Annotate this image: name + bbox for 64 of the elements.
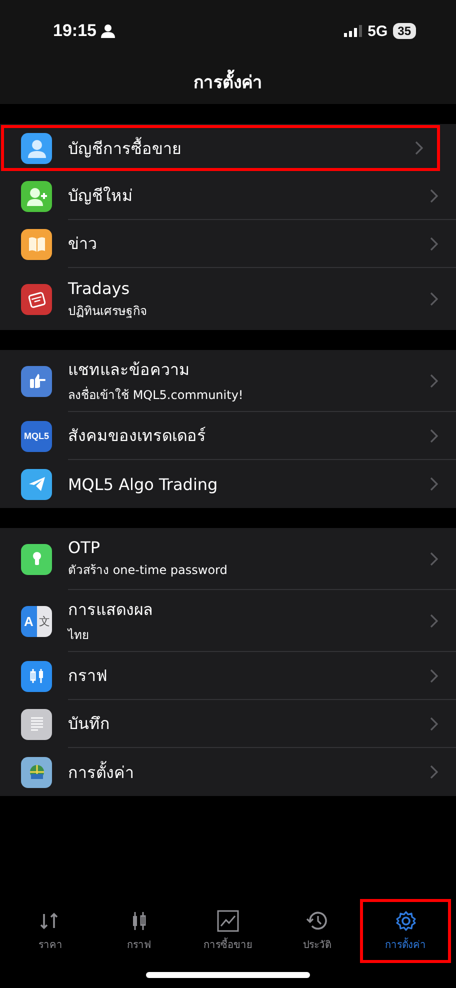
chevron-icon <box>430 292 438 306</box>
row-title: บันทึก <box>68 713 111 735</box>
chevron-icon <box>430 428 438 442</box>
paper-plane-icon <box>21 468 52 500</box>
network-type: 5G <box>368 22 388 40</box>
pointing-hand-icon <box>21 366 52 396</box>
line-chart-icon <box>216 910 239 932</box>
logo-icon: MQL5 <box>21 420 52 452</box>
row-subtitle: ตัวสร้าง one-time password <box>68 562 228 579</box>
candlestick-icon <box>21 660 52 692</box>
row-title: ข่าว <box>68 233 98 255</box>
battery-level: 35 <box>392 23 416 39</box>
chevron-icon <box>430 765 438 779</box>
row-subtitle: ลงชื่อเข้าใช้ MQL5.community! <box>68 386 244 404</box>
chevron-icon <box>430 374 438 388</box>
document-lines-icon <box>21 708 52 740</box>
row-title: Tradays <box>68 278 131 298</box>
settings-row[interactable]: A 文 การแสดงผล ไทย <box>0 590 456 652</box>
row-subtitle: ปฏิทินเศรษฐกิจ <box>68 302 148 320</box>
chevron-icon <box>415 141 423 155</box>
chevron-icon <box>430 668 438 682</box>
tab-button[interactable]: ราคา <box>6 900 95 962</box>
settings-row[interactable]: OTP ตัวสร้าง one-time password <box>0 528 456 590</box>
settings-row[interactable]: บันทึก <box>0 700 456 748</box>
calendar-icon <box>21 284 52 314</box>
settings-icon <box>394 910 417 932</box>
chevron-icon <box>430 236 438 250</box>
screen-title: การตั้งค่า <box>194 68 262 95</box>
chevron-icon <box>430 188 438 202</box>
settings-row[interactable]: บัญชีการซื้อขาย <box>0 124 441 172</box>
row-title: การแสดงผล <box>68 599 154 621</box>
settings-row[interactable]: การตั้งค่า <box>0 748 456 796</box>
tab-button[interactable]: กราฟ <box>94 900 184 962</box>
person-icon <box>21 132 52 164</box>
settings-row[interactable]: MQL5 สังคมของเทรดเดอร์ <box>0 412 456 460</box>
book-icon <box>21 228 52 260</box>
signal-icon <box>344 25 363 37</box>
chevron-icon <box>430 477 438 491</box>
history-icon <box>306 910 328 932</box>
settings-row[interactable]: Tradays ปฏิทินเศรษฐกิจ <box>0 268 456 330</box>
add-person-icon <box>21 180 52 212</box>
tab-button[interactable]: ประวัติ <box>272 900 362 962</box>
keyhole-icon <box>21 544 52 574</box>
person-icon <box>101 24 116 38</box>
row-title: แชทและข้อความ <box>68 359 191 381</box>
chevron-icon <box>430 552 438 566</box>
settings-row[interactable]: กราฟ <box>0 652 456 700</box>
tab-button[interactable]: การตั้งค่า <box>361 900 450 962</box>
row-title: บัญชีการซื้อขาย <box>68 136 182 160</box>
chevron-icon <box>430 716 438 730</box>
settings-row[interactable]: บัญชีใหม่ <box>0 172 456 220</box>
row-subtitle: ไทย <box>68 627 90 644</box>
settings-row[interactable]: MQL5 Algo Trading <box>0 460 456 508</box>
row-title: การตั้งค่า <box>68 760 135 784</box>
row-title: บัญชีใหม่ <box>68 185 134 207</box>
chevron-icon <box>430 614 438 628</box>
row-title: OTP <box>68 538 102 557</box>
tab-button[interactable]: การซื้อขาย <box>184 900 272 962</box>
clock-time: 19:15 <box>53 21 96 41</box>
row-title: สังคมของเทรดเดอร์ <box>68 425 207 447</box>
settings-row[interactable]: แชทและข้อความ ลงชื่อเข้าใช้ MQL5.community! <box>0 350 456 412</box>
row-title: MQL5 Algo Trading <box>68 474 219 494</box>
row-title: กราฟ <box>68 665 108 687</box>
settings-row[interactable]: ข่าว <box>0 220 456 268</box>
